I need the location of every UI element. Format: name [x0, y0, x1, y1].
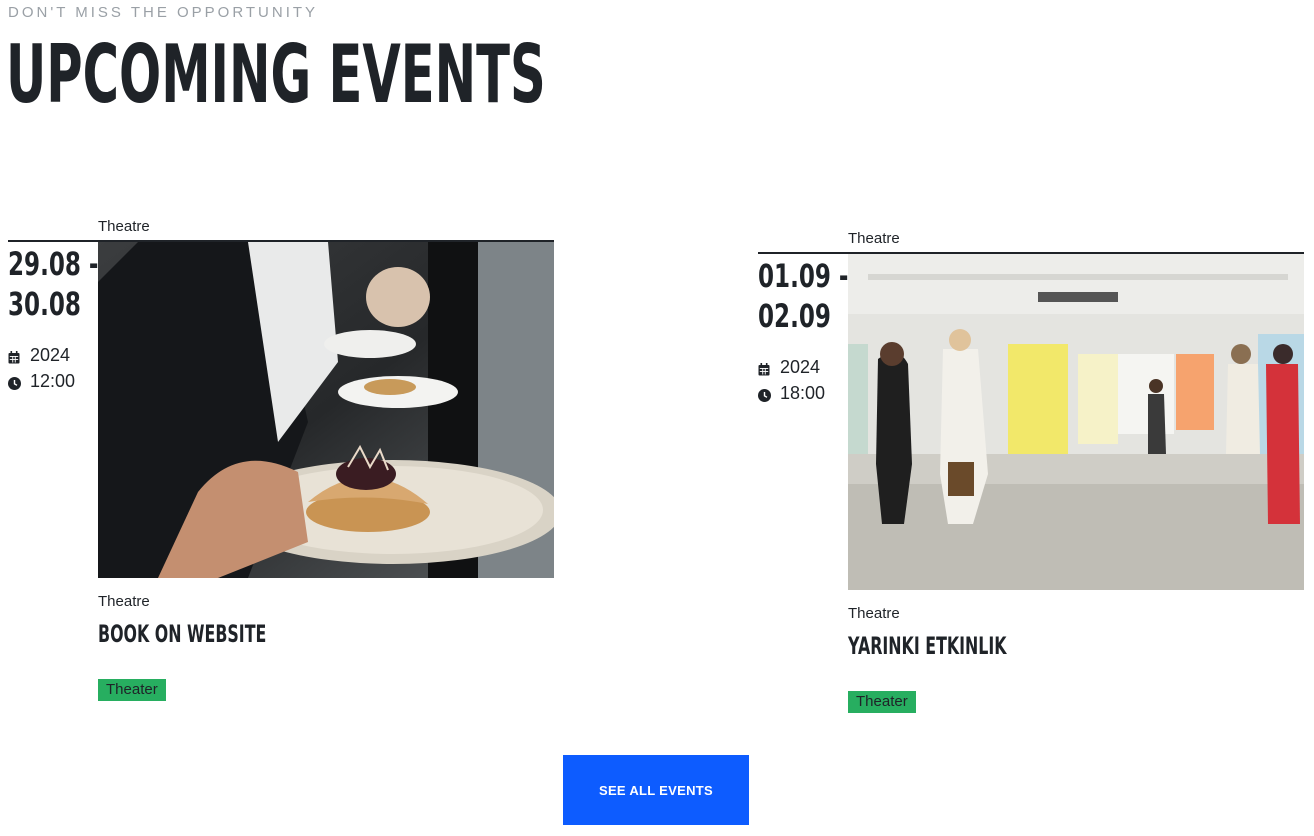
event-category-link[interactable]: Theatre — [848, 605, 900, 622]
event-year-row: 2024 — [758, 354, 848, 380]
clock-icon — [758, 386, 772, 402]
event-year-row: 2024 — [8, 342, 98, 368]
event-year: 2024 — [30, 344, 71, 365]
section-eyebrow: DON'T MISS THE OPPORTUNITY — [8, 4, 319, 21]
event-title-link[interactable]: BOOK ON WEBSITE — [98, 620, 266, 648]
calendar-icon — [8, 348, 22, 364]
event-card: Theatre 01.09 - 02.09 2024 18:00 Theatre… — [758, 230, 1304, 730]
date-range-end: 30.08 — [8, 285, 81, 323]
page-title: UPCOMING EVENTS — [6, 28, 546, 121]
event-date-range: 01.09 - 02.09 — [758, 256, 848, 336]
event-time: 18:00 — [780, 382, 826, 403]
date-range-end: 02.09 — [758, 297, 831, 335]
event-image[interactable] — [98, 242, 554, 578]
event-category-link[interactable]: Theatre — [98, 593, 150, 610]
date-range-start: 01.09 - — [758, 257, 849, 295]
event-date-block: 01.09 - 02.09 2024 18:00 — [758, 256, 848, 406]
event-tag[interactable]: Theater — [848, 691, 916, 713]
event-date-range: 29.08 - 30.08 — [8, 244, 98, 324]
clock-icon — [8, 374, 22, 390]
calendar-icon — [758, 360, 772, 376]
event-date-block: 29.08 - 30.08 2024 12:00 — [8, 244, 98, 394]
event-title-link[interactable]: YARINKI ETKINLIK — [848, 632, 1007, 660]
event-year: 2024 — [780, 356, 821, 377]
event-category-link[interactable]: Theatre — [848, 230, 900, 247]
see-all-events-button[interactable]: SEE ALL EVENTS — [563, 755, 749, 825]
event-tag[interactable]: Theater — [98, 679, 166, 701]
date-range-start: 29.08 - — [8, 245, 99, 283]
event-card: Theatre 29.08 - 30.08 2024 12:00 Theatre… — [8, 218, 554, 718]
event-time-row: 18:00 — [758, 380, 848, 406]
event-image[interactable] — [848, 254, 1304, 590]
event-time-row: 12:00 — [8, 368, 98, 394]
event-time: 12:00 — [30, 370, 76, 391]
event-category-link[interactable]: Theatre — [98, 218, 150, 235]
